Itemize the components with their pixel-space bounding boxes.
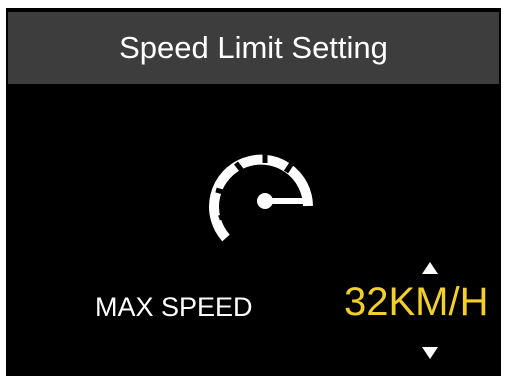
triangle-down-icon[interactable]: [422, 347, 438, 359]
display-screen: Speed Limit Setting MAX SPEED 32KM/H: [6, 8, 501, 376]
max-speed-label: MAX SPEED: [95, 292, 253, 322]
max-speed-value[interactable]: 32KM/H: [344, 280, 489, 325]
title-bar: Speed Limit Setting: [8, 12, 499, 84]
triangle-up-icon[interactable]: [422, 262, 438, 274]
page-title: Speed Limit Setting: [119, 30, 388, 65]
speedometer-icon: [209, 151, 313, 242]
